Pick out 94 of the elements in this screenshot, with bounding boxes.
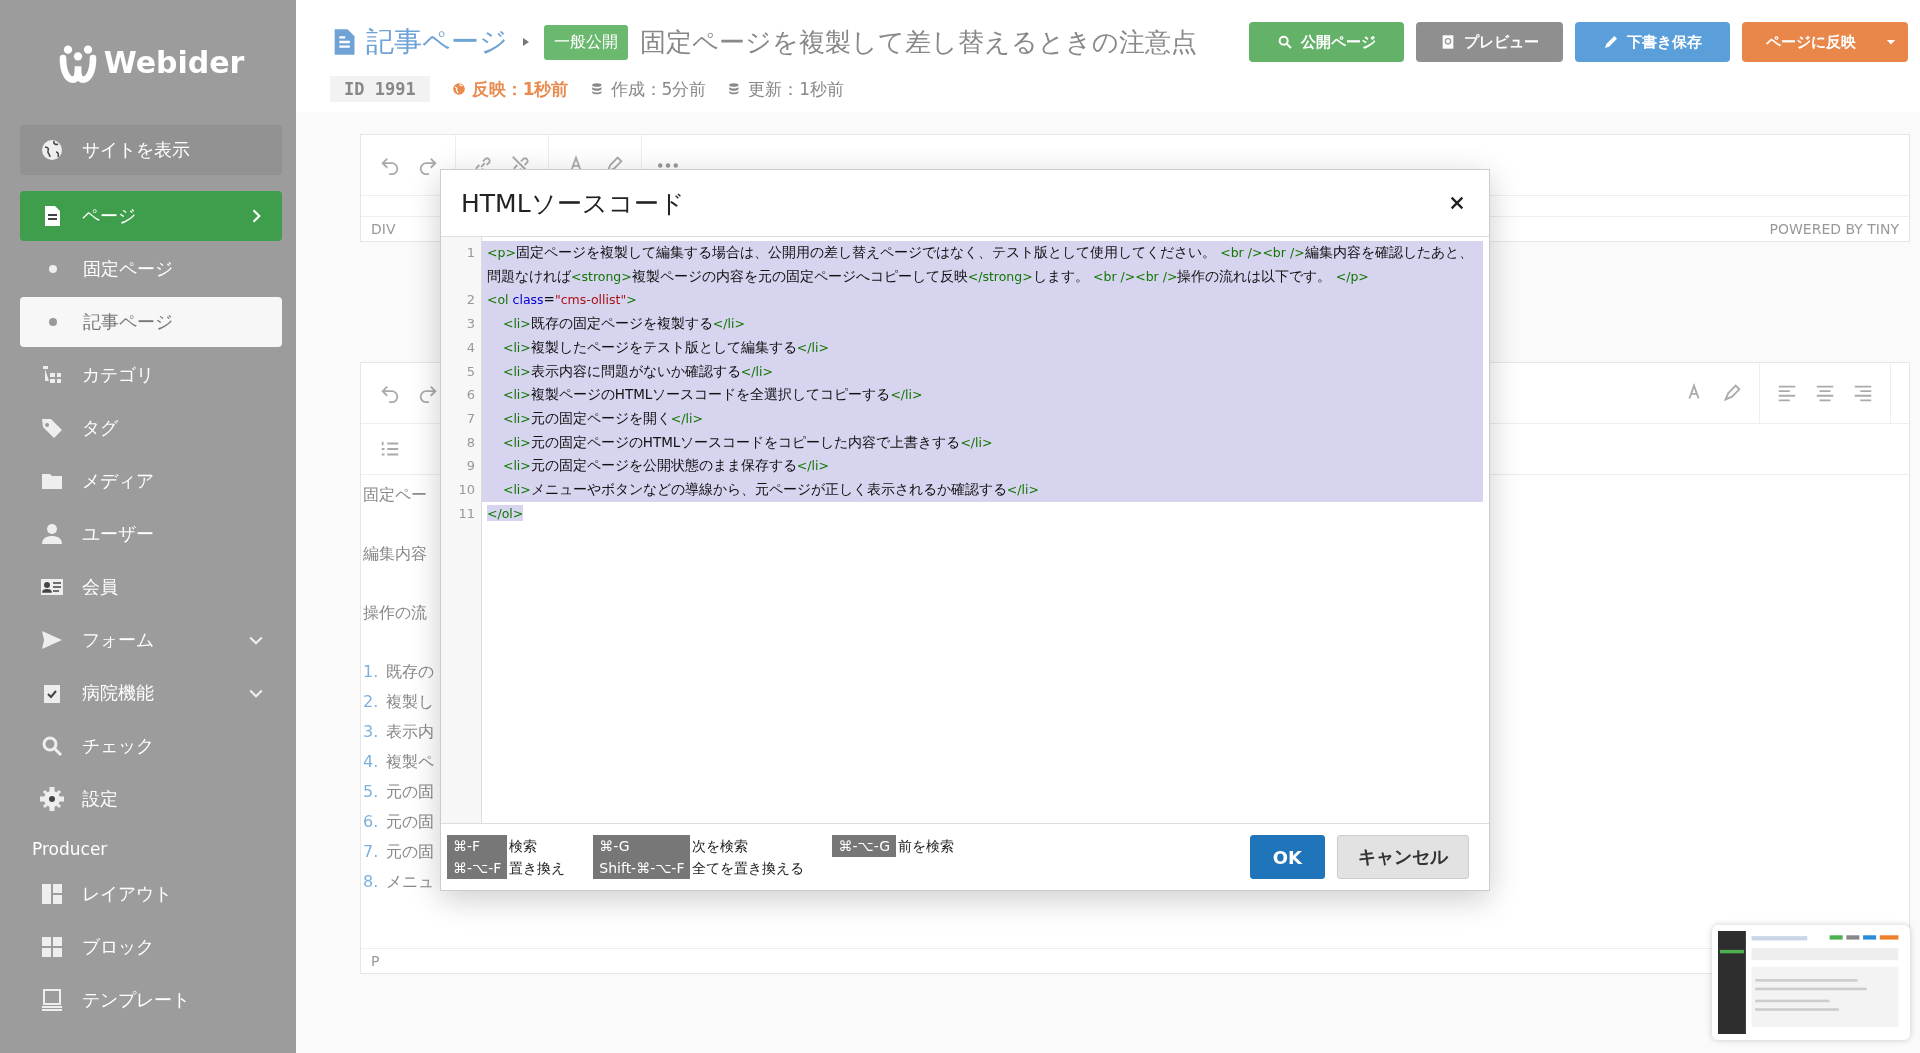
list-number: 8. [363, 872, 379, 893]
section-heading: Producer [31, 838, 109, 861]
close-icon [1449, 195, 1465, 211]
shortcut-key: Shift-⌘-⌥-F [593, 857, 691, 879]
list-item-text: 複製ペ [386, 752, 435, 773]
shortcut-label: 全てを置き換える [691, 859, 806, 878]
element-path: P [371, 953, 380, 969]
person-icon [40, 522, 64, 546]
line-number: 5 [465, 362, 476, 381]
list-item-text: 元の固 [386, 782, 435, 803]
sidebar-item[interactable]: 病院機能 [20, 668, 282, 718]
sidebar-item[interactable]: フォーム [20, 615, 282, 665]
grid-icon [40, 935, 64, 959]
highlighter-icon [1721, 382, 1743, 404]
tag-icon [40, 416, 64, 440]
line-number: 10 [457, 481, 476, 500]
globe-icon [40, 138, 64, 162]
sidebar-item[interactable]: メディア [20, 456, 282, 506]
globe-icon [451, 82, 466, 96]
sidebar-item[interactable]: 設定 [20, 774, 282, 824]
monitor-icon [40, 988, 64, 1012]
sidebar-item[interactable]: レイアウト [20, 869, 282, 919]
sidebar-subitem[interactable]: 記事ページ [20, 297, 282, 347]
id-badge: ID 1991 [330, 76, 430, 102]
line-number: 6 [465, 386, 476, 405]
search-icon [1277, 34, 1293, 50]
list-item-text: 表示内 [386, 722, 435, 743]
line-number: 3 [465, 315, 476, 334]
list-number: 2. [363, 692, 379, 713]
preview-button[interactable]: プレビュー [1416, 22, 1563, 62]
line-number: 9 [465, 457, 476, 476]
shortcut-key: ⌘-⌥-F [447, 857, 508, 879]
search-icon [40, 734, 64, 758]
sidebar-item[interactable]: テンプレート [20, 975, 282, 1025]
sidebar-item[interactable]: カテゴリ [20, 350, 282, 400]
settings-icon [40, 787, 64, 811]
sidebar-item[interactable]: ページ [20, 191, 282, 241]
status-badge: 一般公開 [544, 24, 628, 60]
sidebar-item[interactable]: サイトを表示 [20, 125, 282, 175]
list-number: 6. [363, 812, 379, 833]
shortcut-key: ⌘-⌥-G [832, 835, 897, 857]
more-icon [658, 162, 678, 168]
shortcut-label: 前を検索 [897, 837, 956, 856]
sidebar-item[interactable]: ユーザー [20, 509, 282, 559]
list-number: 3. [363, 722, 379, 743]
paragraph-text: 固定ペー [363, 485, 427, 506]
code-editor[interactable] [441, 237, 1489, 823]
line-number: 11 [457, 504, 476, 523]
sidebar-item[interactable]: タグ [20, 403, 282, 453]
list-number: 4. [363, 752, 379, 773]
paragraph-text: 編集内容 [363, 544, 427, 565]
sidebar-item[interactable]: チェック [20, 721, 282, 771]
updated-time: 更新：1秒前 [748, 77, 845, 101]
page-title: 固定ページを複製して差し替えるときの注意点 [640, 25, 1198, 59]
list-number: 7. [363, 842, 379, 863]
ok-button[interactable]: OK [1249, 835, 1325, 879]
logo-text: Webider [103, 45, 245, 80]
line-number: 1 [465, 244, 476, 262]
pencil-icon [1603, 34, 1619, 50]
database-icon [590, 82, 605, 96]
line-number: 7 [465, 409, 476, 428]
shortcut-key: ⌘-F [447, 835, 508, 857]
layout-icon [40, 882, 64, 906]
line-number: 4 [465, 338, 476, 357]
list-item-text: 既存の [386, 662, 435, 683]
draft-button[interactable]: 下書き保存 [1575, 22, 1730, 62]
breadcrumb-link[interactable]: 記事ページ [330, 23, 508, 61]
cancel-button[interactable]: キャンセル [1337, 835, 1469, 879]
preview-icon [1440, 34, 1456, 50]
list-number: 5. [363, 782, 379, 803]
sidebar-item[interactable]: ブロック [20, 922, 282, 972]
shortcut-label: 次を検索 [691, 837, 750, 856]
caret-down-icon [1886, 37, 1896, 47]
sidebar-item[interactable]: 会員 [20, 562, 282, 612]
public-button[interactable]: 公開ページ [1249, 22, 1404, 62]
created-time: 作成：5分前 [610, 77, 707, 101]
list-item-text: 元の固 [386, 842, 435, 863]
shortcut-label: 置き換え [508, 859, 567, 878]
publish-button[interactable]: ページに反映 [1742, 22, 1908, 62]
dialog-title: HTMLソースコード [461, 187, 685, 220]
powered-by-text: POWERED BY TINY [1769, 221, 1899, 237]
element-path: DIV [371, 221, 396, 237]
reflected-time: 反映：1秒前 [471, 77, 569, 101]
shortcut-key: ⌘-G [593, 835, 691, 857]
sidebar-subitem[interactable]: 固定ページ [20, 244, 282, 294]
list-item-text: 複製し [386, 692, 435, 713]
line-number: 8 [465, 433, 476, 452]
shortcut-label: 検索 [508, 837, 539, 856]
line-number: 2 [465, 291, 476, 310]
list-number: 1. [363, 662, 379, 683]
list-item-text: 元の固 [386, 812, 435, 833]
paragraph-text: 操作の流 [363, 603, 427, 624]
list-item-text: メニュ [386, 872, 435, 893]
send-icon [40, 628, 64, 652]
